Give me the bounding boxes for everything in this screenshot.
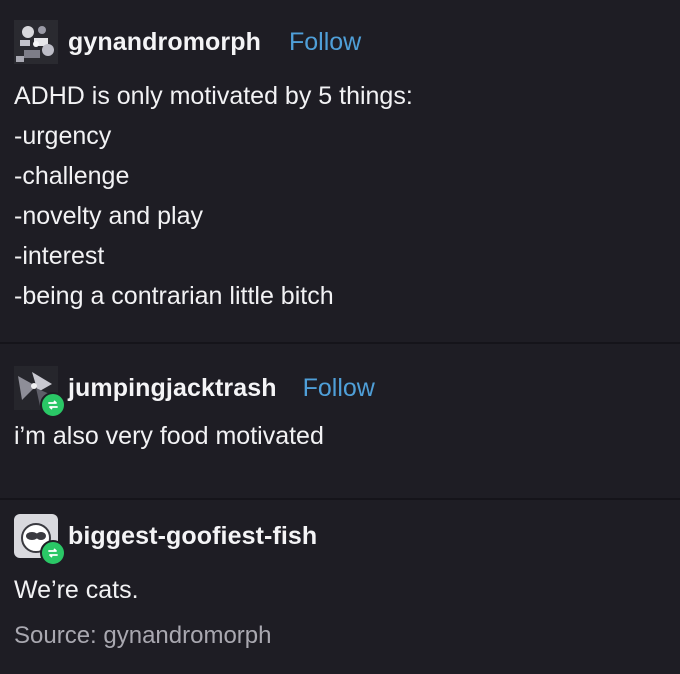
post-line: -urgency <box>14 122 112 150</box>
post-biggest-goofiest-fish: biggest-goofiest-fish We’re cats. Source… <box>0 512 331 650</box>
post-body: ADHD is only motivated by 5 things: -urg… <box>14 76 666 316</box>
post-line: -challenge <box>14 162 130 190</box>
source-link[interactable]: Source: gynandromorph <box>14 622 317 650</box>
avatar-gynandromorph[interactable] <box>14 20 58 64</box>
post-divider <box>0 342 680 344</box>
username-jumpingjacktrash[interactable]: jumpingjacktrash <box>68 374 277 403</box>
post-line: -novelty and play <box>14 202 204 230</box>
post-line: i’m also very food motivated <box>14 422 324 450</box>
post-body: i’m also very food motivated <box>14 416 375 456</box>
reblog-badge <box>40 540 66 566</box>
post-line: We’re cats. <box>14 576 139 604</box>
reblog-badge <box>40 392 66 418</box>
username-gynandromorph[interactable]: gynandromorph <box>68 28 261 57</box>
post-divider <box>0 498 680 500</box>
post-body: We’re cats. <box>14 570 317 610</box>
reblog-icon <box>48 548 58 558</box>
post-header: biggest-goofiest-fish <box>14 512 317 566</box>
post-line: ADHD is only motivated by 5 things: <box>14 82 413 110</box>
reblog-icon <box>48 400 58 410</box>
post-gynandromorph: gynandromorph Follow ADHD is only motiva… <box>0 0 680 316</box>
username-biggest-goofiest-fish[interactable]: biggest-goofiest-fish <box>68 522 317 551</box>
post-header: jumpingjacktrash Follow <box>14 364 375 418</box>
avatar-image-icon <box>14 20 58 64</box>
avatar-jumpingjacktrash[interactable] <box>14 366 66 418</box>
post-jumpingjacktrash: jumpingjacktrash Follow i’m also very fo… <box>0 364 389 456</box>
avatar-biggest-goofiest-fish[interactable] <box>14 514 66 566</box>
follow-button[interactable]: Follow <box>303 374 375 403</box>
post-line: -interest <box>14 242 105 270</box>
post-line: -being a contrarian little bitch <box>14 282 334 310</box>
follow-button[interactable]: Follow <box>289 28 361 57</box>
post-header: gynandromorph Follow <box>14 18 666 66</box>
